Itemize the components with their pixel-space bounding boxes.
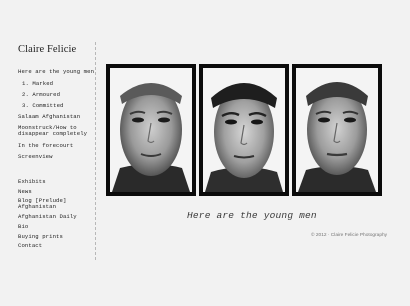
portrait-image-2 [203, 68, 285, 192]
nav-item-afghanistan-daily[interactable]: Afghanistan Daily [18, 213, 77, 221]
nav-item-moonstruck-line2[interactable]: disappear completely [18, 130, 87, 138]
copyright-text: © 2012 · Claire Felicie Photography [311, 233, 388, 238]
portrait-photo-2[interactable] [199, 64, 289, 196]
nav-item-salaam-afghanistan[interactable]: Salaam Afghanistan [18, 113, 80, 121]
nav-item-committed[interactable]: 3. Committed [22, 102, 63, 110]
nav-item-armoured[interactable]: 2. Armoured [22, 91, 60, 99]
nav-item-buying-prints[interactable]: Buying prints [18, 233, 63, 241]
nav-item-screenview[interactable]: Screenview [18, 153, 53, 161]
nav-item-in-the-forecourt[interactable]: In the forecourt [18, 142, 73, 150]
nav-divider [95, 42, 96, 260]
nav-item-bio[interactable]: Bio [18, 223, 28, 231]
nav-item-here-are-the-young-men[interactable]: Here are the young men [18, 68, 94, 76]
nav-item-marked[interactable]: 1. Marked [22, 80, 53, 88]
portrait-photo-1[interactable] [106, 64, 196, 196]
gallery-caption: Here are the young men [187, 210, 317, 221]
nav-item-news[interactable]: News [18, 188, 32, 196]
nav-item-contact[interactable]: Contact [18, 242, 42, 250]
portrait-image-3 [296, 68, 378, 192]
portrait-photo-3[interactable] [292, 64, 382, 196]
site-title[interactable]: Claire Felicie [18, 44, 76, 55]
nav-item-afghanistan[interactable]: Afghanistan [18, 203, 56, 211]
nav-item-exhibits[interactable]: Exhibits [18, 178, 46, 186]
portrait-image-1 [110, 68, 192, 192]
